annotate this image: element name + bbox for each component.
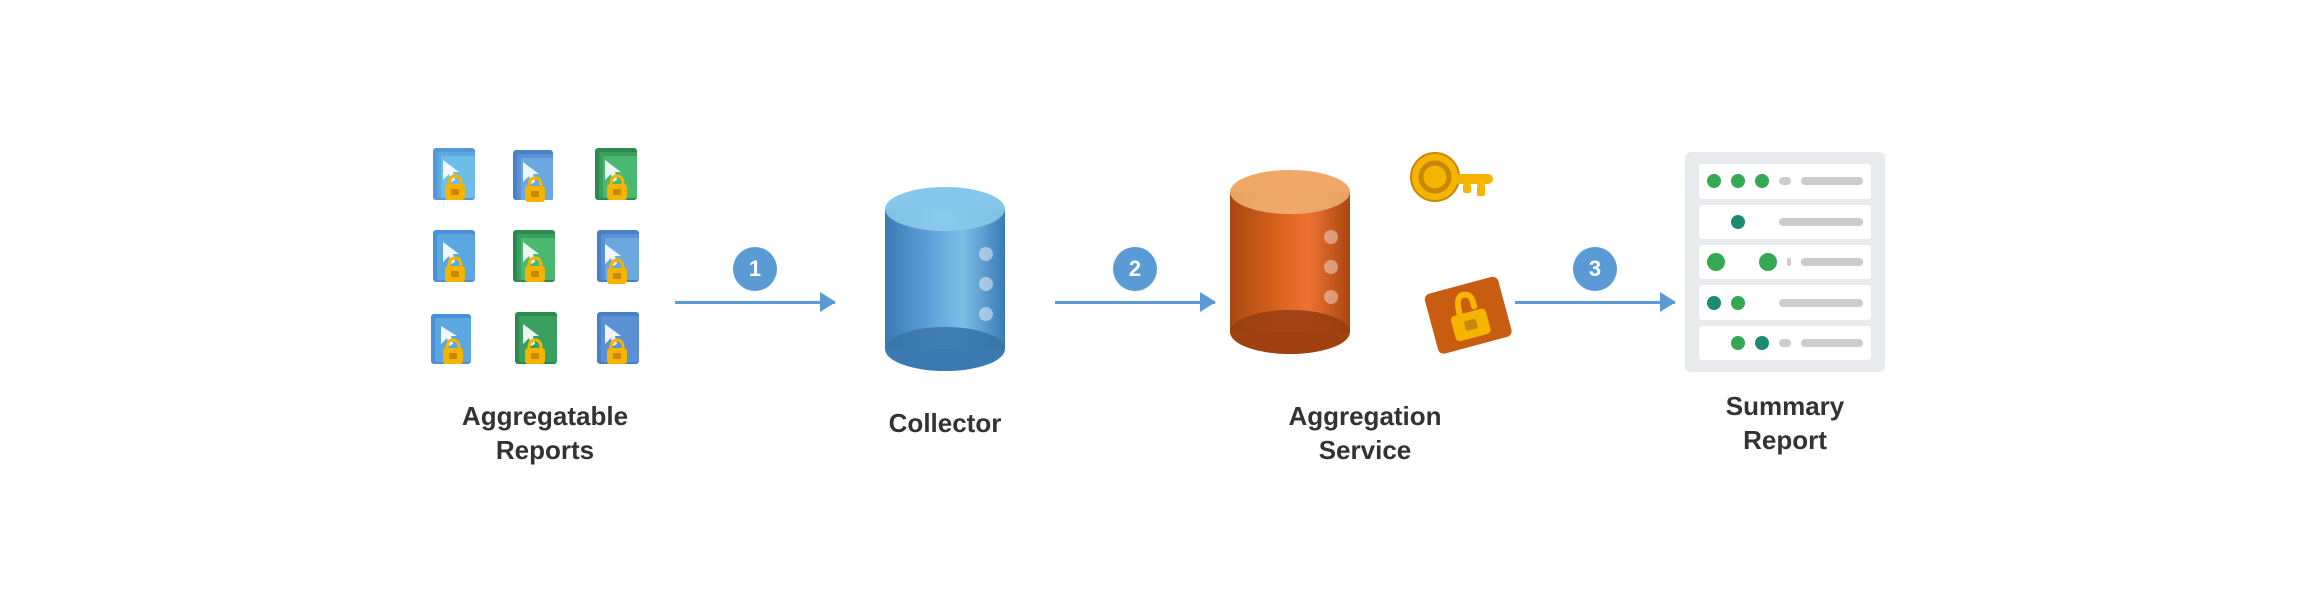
- report-card: [425, 306, 501, 382]
- node-label-collector: Collector: [889, 407, 1002, 441]
- diagram-container: Aggregatable Reports 1: [0, 122, 2310, 488]
- arrow-3: 3: [1505, 247, 1685, 304]
- dot-green: [1755, 174, 1769, 188]
- summary-line-short: [1801, 177, 1863, 185]
- report-card: [589, 142, 665, 218]
- node-label-summary-report: Summary Report: [1726, 390, 1845, 458]
- report-card: [507, 224, 583, 300]
- report-card: [507, 306, 583, 382]
- node-aggregation-service: Aggregation Service: [1225, 142, 1505, 468]
- report-card: [425, 224, 501, 300]
- summary-row-3: [1699, 245, 1871, 279]
- summary-row-1: [1699, 164, 1871, 198]
- dot-green: [1731, 174, 1745, 188]
- dot-green-large: [1707, 253, 1725, 271]
- report-card: [507, 142, 583, 218]
- arrow-line-3: [1515, 301, 1675, 304]
- summary-line: [1779, 299, 1863, 307]
- summary-report-visual: [1685, 152, 1885, 372]
- arrow-line-2: [1055, 301, 1215, 304]
- arrow-1: 1: [665, 247, 845, 304]
- dot-green: [1707, 174, 1721, 188]
- dot-green-large: [1759, 253, 1777, 271]
- report-card: [589, 224, 665, 300]
- summary-line-short: [1801, 339, 1863, 347]
- dot-empty: [1707, 336, 1721, 350]
- dot-empty: [1735, 255, 1749, 269]
- arrow-line-1: [675, 301, 835, 304]
- step-badge-1: 1: [733, 247, 777, 291]
- node-label-aggregatable-reports: Aggregatable Reports: [462, 400, 628, 468]
- summary-line: [1787, 258, 1791, 266]
- dot-teal: [1755, 336, 1769, 350]
- summary-row-4: [1699, 285, 1871, 319]
- dot-teal: [1707, 296, 1721, 310]
- reports-grid: [425, 142, 665, 382]
- dot-green: [1731, 336, 1745, 350]
- summary-row-2: [1699, 205, 1871, 239]
- dot-empty: [1755, 215, 1769, 229]
- dot-empty: [1707, 215, 1721, 229]
- summary-line: [1779, 339, 1791, 347]
- dot-green: [1731, 296, 1745, 310]
- summary-line-short: [1801, 258, 1863, 266]
- step-badge-3: 3: [1573, 247, 1617, 291]
- summary-line: [1779, 218, 1863, 226]
- node-label-aggregation-service: Aggregation Service: [1288, 400, 1441, 468]
- report-card: [425, 142, 501, 218]
- dot-teal: [1731, 215, 1745, 229]
- key-icon: [1405, 147, 1495, 237]
- aggregation-service-visual: [1225, 142, 1505, 382]
- summary-line: [1779, 177, 1791, 185]
- node-aggregatable-reports: Aggregatable Reports: [425, 142, 665, 468]
- node-summary-report: Summary Report: [1685, 152, 1885, 458]
- arrow-2: 2: [1045, 247, 1225, 304]
- dot-empty: [1755, 296, 1769, 310]
- summary-row-5: [1699, 326, 1871, 360]
- report-card: [589, 306, 665, 382]
- step-badge-2: 2: [1113, 247, 1157, 291]
- collector-visual: [880, 169, 1010, 389]
- node-collector: Collector: [845, 169, 1045, 441]
